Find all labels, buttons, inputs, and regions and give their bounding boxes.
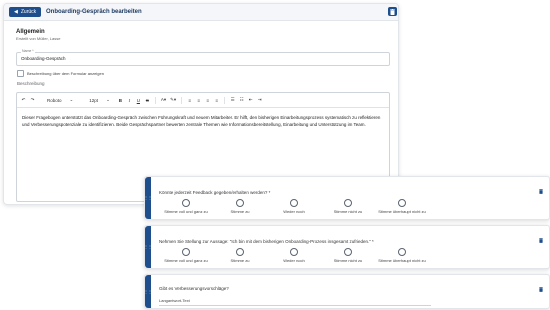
trash-icon bbox=[539, 189, 543, 194]
radio-button[interactable] bbox=[344, 248, 352, 256]
trash-icon bbox=[390, 8, 395, 15]
option[interactable]: Stimme zu bbox=[213, 248, 267, 263]
toolbar-divider bbox=[154, 96, 156, 104]
description-label: Beschreibung bbox=[17, 81, 45, 86]
numbered-list-icon[interactable]: ☷ bbox=[239, 97, 244, 103]
option[interactable]: Stimme nicht zu bbox=[321, 199, 375, 214]
radio-button[interactable] bbox=[344, 199, 352, 207]
delete-question-button[interactable] bbox=[539, 181, 543, 199]
drag-handle[interactable]: ⋮⋮ bbox=[144, 275, 152, 308]
name-label: Name * bbox=[21, 49, 35, 53]
highlight-icon[interactable]: ✎▾ bbox=[170, 97, 176, 103]
question-text: Könnte jederzeit Feedback gegeben/erhalt… bbox=[159, 190, 271, 195]
name-value: Onboarding-Gespräch bbox=[21, 56, 66, 61]
name-input[interactable]: Name * Onboarding-Gespräch bbox=[16, 49, 390, 66]
delete-question-button[interactable] bbox=[539, 279, 543, 297]
size-select[interactable]: 12pt ⌄ bbox=[89, 97, 110, 103]
option-label: Stimme voll und ganz zu bbox=[164, 258, 208, 263]
show-description-checkbox[interactable] bbox=[17, 70, 24, 77]
editor-toolbar: ↶ ↷ Roboto ⌄ 12pt ⌄ B I U S A▾ ✎▾ ≡ ≡ ≡ … bbox=[17, 93, 389, 108]
bold-icon[interactable]: B bbox=[118, 98, 123, 103]
back-button[interactable]: ◀ Zurück bbox=[9, 7, 42, 17]
toolbar-divider bbox=[224, 96, 226, 104]
radio-button[interactable] bbox=[236, 199, 244, 207]
created-by: Erstellt von Müller, Lasse bbox=[16, 36, 61, 41]
toolbar-divider bbox=[181, 96, 183, 104]
grip-icon: ⋮⋮ bbox=[144, 244, 152, 249]
option-label: Weder noch bbox=[283, 258, 305, 263]
option-label: Stimme überhaupt nicht zu bbox=[378, 258, 426, 263]
grip-icon: ⋮⋮ bbox=[144, 195, 152, 200]
bullet-list-icon[interactable]: ☰ bbox=[230, 97, 235, 103]
align-left-icon[interactable]: ≡ bbox=[187, 98, 192, 103]
option[interactable]: Stimme voll und ganz zu bbox=[159, 199, 213, 214]
radio-button[interactable] bbox=[182, 199, 190, 207]
option[interactable]: Weder noch bbox=[267, 199, 321, 214]
radio-button[interactable] bbox=[290, 199, 298, 207]
delete-question-button[interactable] bbox=[539, 230, 543, 248]
indent-icon[interactable]: ⇥ bbox=[257, 97, 262, 103]
answer-line bbox=[159, 305, 431, 306]
question-text: Gibt es Verbesserungsvorschläge? bbox=[159, 286, 229, 291]
font-select[interactable]: Roboto ⌄ bbox=[47, 97, 73, 103]
radio-button[interactable] bbox=[398, 199, 406, 207]
question-card-3[interactable]: ⋮⋮ Gibt es Verbesserungsvorschläge? Lang… bbox=[144, 274, 550, 309]
radio-button[interactable] bbox=[290, 248, 298, 256]
option[interactable]: Stimme voll und ganz zu bbox=[159, 248, 213, 263]
trash-icon bbox=[539, 238, 543, 243]
back-button-label: Zurück bbox=[20, 9, 37, 15]
description-text[interactable]: Dieser Fragebogen unterstützt das Onboar… bbox=[17, 108, 389, 134]
outdent-icon[interactable]: ⇤ bbox=[248, 97, 253, 103]
radio-button[interactable] bbox=[398, 248, 406, 256]
redo-icon[interactable]: ↷ bbox=[30, 97, 35, 103]
option-label: Stimme nicht zu bbox=[333, 209, 363, 214]
page-title: Onboarding-Gespräch bearbeiten bbox=[46, 9, 142, 15]
option-label: Stimme zu bbox=[230, 209, 250, 214]
drag-handle[interactable]: ⋮⋮ bbox=[144, 226, 152, 268]
grip-icon: ⋮⋮ bbox=[144, 288, 152, 294]
likert-options: Stimme voll und ganz zu Stimme zu Weder … bbox=[159, 199, 429, 214]
delete-form-button[interactable] bbox=[388, 7, 397, 16]
option[interactable]: Weder noch bbox=[267, 248, 321, 263]
align-right-icon[interactable]: ≡ bbox=[205, 98, 210, 103]
undo-icon[interactable]: ↶ bbox=[21, 97, 26, 103]
align-center-icon[interactable]: ≡ bbox=[196, 98, 201, 103]
option[interactable]: Stimme zu bbox=[213, 199, 267, 214]
chevron-down-icon: ⌄ bbox=[106, 97, 110, 102]
strikethrough-icon[interactable]: S bbox=[145, 98, 150, 103]
show-description-label: Beschreibung über dem Formular anzeigen bbox=[27, 71, 104, 76]
text-color-icon[interactable]: A▾ bbox=[161, 97, 166, 103]
option-label: Stimme überhaupt nicht zu bbox=[378, 209, 426, 214]
italic-icon[interactable]: I bbox=[127, 98, 132, 103]
show-description-row[interactable]: Beschreibung über dem Formular anzeigen bbox=[17, 70, 104, 77]
align-justify-icon[interactable]: ≡ bbox=[214, 98, 219, 103]
general-section: Allgemein Erstellt von Müller, Lasse bbox=[16, 29, 60, 41]
arrow-left-icon: ◀ bbox=[14, 9, 18, 15]
radio-button[interactable] bbox=[182, 248, 190, 256]
underline-icon[interactable]: U bbox=[136, 98, 141, 103]
answer-type-label: Langantwort-Text bbox=[159, 298, 190, 303]
trash-icon bbox=[539, 287, 543, 292]
chevron-down-icon: ⌄ bbox=[69, 97, 74, 102]
header-bar: ◀ Zurück Onboarding-Gespräch bearbeiten bbox=[4, 4, 398, 21]
option-label: Weder noch bbox=[283, 209, 305, 214]
likert-options: Stimme voll und ganz zu Stimme zu Weder … bbox=[159, 248, 429, 263]
radio-button[interactable] bbox=[236, 248, 244, 256]
option[interactable]: Stimme überhaupt nicht zu bbox=[375, 248, 429, 263]
font-value: Roboto bbox=[47, 97, 62, 103]
section-title: Allgemein bbox=[16, 29, 45, 35]
drag-handle[interactable]: ⋮⋮ bbox=[144, 177, 152, 219]
option[interactable]: Stimme nicht zu bbox=[321, 248, 375, 263]
question-card-1[interactable]: ⋮⋮ Könnte jederzeit Feedback gegeben/erh… bbox=[144, 176, 550, 220]
question-card-2[interactable]: ⋮⋮ Nehmen Sie Stellung zur Aussage: "Ich… bbox=[144, 225, 550, 269]
question-text: Nehmen Sie Stellung zur Aussage: "Ich bi… bbox=[159, 239, 374, 244]
option[interactable]: Stimme überhaupt nicht zu bbox=[375, 199, 429, 214]
size-value: 12pt bbox=[89, 97, 99, 103]
form-editor-card: ◀ Zurück Onboarding-Gespräch bearbeiten … bbox=[3, 3, 399, 205]
option-label: Stimme voll und ganz zu bbox=[164, 209, 208, 214]
option-label: Stimme nicht zu bbox=[333, 258, 363, 263]
option-label: Stimme zu bbox=[230, 258, 250, 263]
